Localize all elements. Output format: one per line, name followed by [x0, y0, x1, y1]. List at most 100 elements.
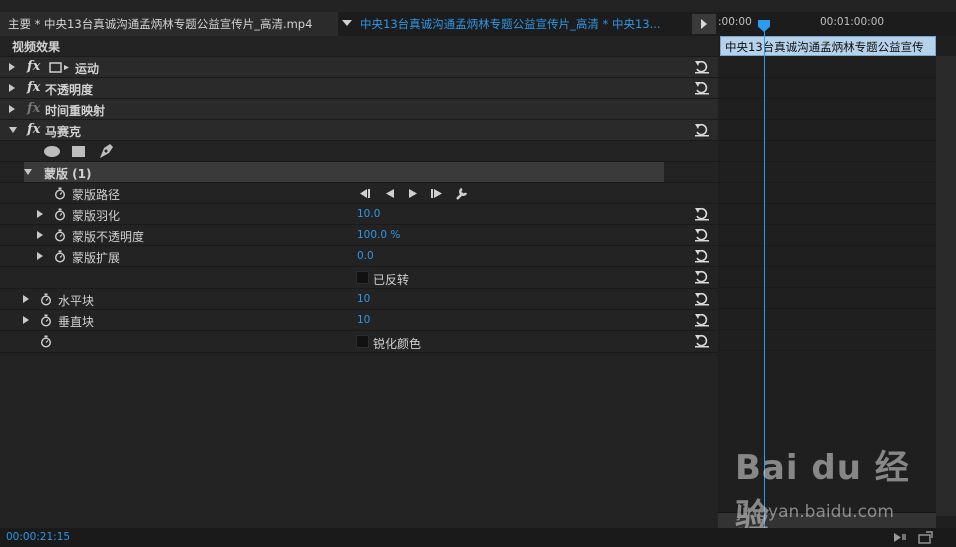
horizontal-scrollbar[interactable]: [718, 512, 936, 529]
timeline-row: [718, 225, 936, 246]
expand-arrow-icon[interactable]: [37, 231, 43, 239]
horizontal-blocks-row: 水平块 10: [0, 289, 718, 310]
show-timeline-button[interactable]: [692, 14, 716, 34]
wrench-icon[interactable]: [454, 186, 469, 201]
mask-path-row: 蒙版路径: [0, 183, 718, 204]
track-backward-icon[interactable]: [358, 188, 372, 199]
mask-header-bar: [24, 162, 664, 182]
effect-row-opacity[interactable]: fx 不透明度: [0, 78, 718, 99]
playhead-line[interactable]: [764, 22, 765, 528]
horizontal-blocks-label: 水平块: [58, 294, 95, 308]
export-frame-icon[interactable]: [918, 531, 934, 544]
mask-expansion-value[interactable]: 0.0: [357, 250, 374, 262]
time-ruler[interactable]: :00:00 00:01:00:00: [718, 12, 956, 36]
reset-icon[interactable]: [694, 228, 710, 242]
current-timecode[interactable]: 00:00:21:15: [6, 531, 70, 543]
track-forward-frame-icon[interactable]: [407, 188, 419, 199]
audio-export-icon[interactable]: [892, 531, 908, 544]
mask-group-row[interactable]: 蒙版 (1): [0, 162, 718, 183]
timeline-row: [718, 141, 936, 162]
collapse-arrow-icon[interactable]: [24, 169, 32, 175]
timeline-row: [718, 288, 936, 309]
stopwatch-icon[interactable]: [54, 229, 66, 242]
reset-icon[interactable]: [694, 334, 710, 348]
mask-opacity-label: 蒙版不透明度: [72, 230, 145, 244]
expand-arrow-icon[interactable]: [9, 105, 15, 113]
stopwatch-icon[interactable]: [54, 250, 66, 263]
video-effects-header: 视频效果: [0, 36, 718, 57]
collapse-arrow-icon[interactable]: [9, 127, 17, 133]
fx-icon[interactable]: fx: [27, 59, 40, 74]
transform-icon: [49, 62, 69, 73]
reset-icon[interactable]: [694, 60, 710, 74]
pen-mask-icon[interactable]: [97, 142, 115, 160]
timecode-mark: 00:01:00:00: [820, 16, 885, 28]
sharpen-colors-checkbox[interactable]: [356, 335, 369, 348]
fx-icon[interactable]: fx: [27, 122, 40, 137]
track-back-frame-icon[interactable]: [384, 188, 396, 199]
dropdown-arrow-icon[interactable]: [342, 20, 352, 26]
stopwatch-icon[interactable]: [40, 335, 52, 348]
mask-tools-row: [0, 141, 718, 162]
vertical-scrollbar[interactable]: [936, 56, 956, 516]
expand-arrow-icon[interactable]: [23, 316, 29, 324]
timeline-row: [718, 309, 936, 330]
expand-arrow-icon[interactable]: [9, 63, 15, 71]
fx-icon: fx: [27, 101, 41, 116]
ellipse-mask-icon[interactable]: [43, 145, 61, 158]
reset-icon[interactable]: [694, 270, 710, 284]
timeline-row: [718, 204, 936, 225]
vertical-blocks-row: 垂直块 10: [0, 310, 718, 331]
timeline-row: [718, 99, 936, 120]
expand-arrow-icon[interactable]: [37, 252, 43, 260]
reset-icon[interactable]: [694, 292, 710, 306]
timeline-row: [718, 330, 936, 351]
mask-inverted-row: 已反转: [0, 267, 718, 289]
reset-icon[interactable]: [694, 81, 710, 95]
section-title: 视频效果: [12, 40, 61, 54]
effect-row-mosaic[interactable]: fx 马赛克: [0, 120, 718, 141]
mask-feather-row: 蒙版羽化 10.0: [0, 204, 718, 225]
effect-label: 不透明度: [45, 83, 94, 97]
sharpen-colors-label: 锐化颜色: [373, 337, 422, 351]
effect-controls-panel: 视频效果 fx 运动 fx 不透明度 fx 时间重映射 fx 马赛克 蒙版 (1…: [0, 36, 718, 528]
stopwatch-icon[interactable]: [54, 208, 66, 221]
clip-bar[interactable]: 中央13台真诚沟通孟炳林专题公益宣传: [720, 36, 936, 56]
inverted-checkbox[interactable]: [356, 271, 369, 284]
expand-arrow-icon[interactable]: [9, 84, 15, 92]
mask-feather-value[interactable]: 10.0: [357, 208, 380, 220]
vertical-blocks-value[interactable]: 10: [357, 314, 370, 326]
inverted-label: 已反转: [373, 273, 410, 287]
timeline-row: [718, 246, 936, 267]
timeline-row: [718, 57, 936, 78]
play-arrow-icon: [701, 19, 707, 29]
reset-icon[interactable]: [694, 123, 710, 137]
effect-row-motion[interactable]: fx 运动: [0, 57, 718, 78]
expand-arrow-icon[interactable]: [23, 295, 29, 303]
sharpen-colors-row: 锐化颜色: [0, 331, 718, 353]
fx-icon[interactable]: fx: [27, 80, 40, 95]
mask-opacity-value[interactable]: 100.0 %: [357, 229, 400, 241]
master-clip-tab[interactable]: 主要 * 中央13台真诚沟通孟炳林专题公益宣传片_高清.mp4: [0, 12, 338, 36]
rectangle-mask-icon[interactable]: [71, 145, 87, 158]
panel-tab-bar: 主要 * 中央13台真诚沟通孟炳林专题公益宣传片_高清.mp4 中央13台真诚沟…: [0, 12, 718, 36]
reset-icon[interactable]: [694, 207, 710, 221]
sequence-clip-tab[interactable]: 中央13台真诚沟通孟炳林专题公益宣传片_高清 * 中央13...: [360, 12, 680, 36]
stopwatch-icon[interactable]: [40, 314, 52, 327]
status-bar: 00:00:21:15: [0, 528, 956, 547]
reset-icon[interactable]: [694, 313, 710, 327]
effect-label: 运动: [75, 62, 100, 76]
effect-timeline[interactable]: :00:00 00:01:00:00 中央13台真诚沟通孟炳林专题公益宣传: [718, 12, 956, 529]
reset-icon[interactable]: [694, 249, 710, 263]
effect-row-time-remap[interactable]: fx 时间重映射: [0, 99, 718, 120]
mask-title: 蒙版 (1): [44, 167, 92, 181]
stopwatch-icon[interactable]: [54, 187, 66, 200]
track-forward-icon[interactable]: [430, 188, 444, 199]
horizontal-blocks-value[interactable]: 10: [357, 293, 370, 305]
mask-feather-label: 蒙版羽化: [72, 209, 121, 223]
timeline-row: [718, 162, 936, 183]
timeline-row: [718, 120, 936, 141]
expand-arrow-icon[interactable]: [37, 210, 43, 218]
stopwatch-icon[interactable]: [40, 293, 52, 306]
timeline-row: [718, 183, 936, 204]
